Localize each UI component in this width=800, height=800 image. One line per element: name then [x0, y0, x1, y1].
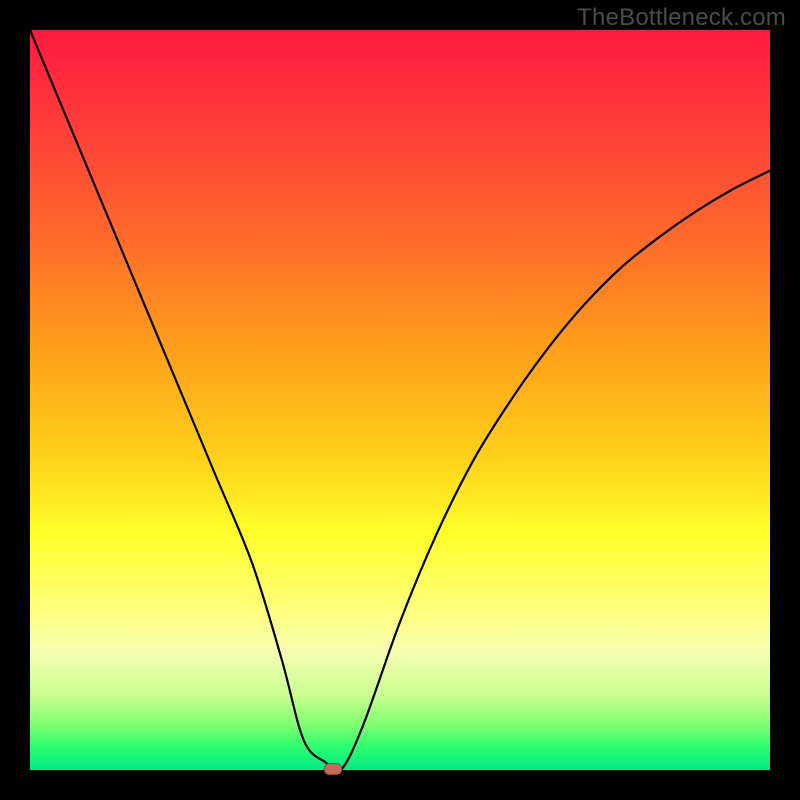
- watermark-text: TheBottleneck.com: [577, 4, 786, 32]
- plot-area: [30, 30, 770, 770]
- optimal-point-marker: [324, 763, 342, 775]
- chart-container: TheBottleneck.com: [0, 0, 800, 800]
- curve-svg: [30, 30, 770, 770]
- bottleneck-curve: [30, 30, 770, 770]
